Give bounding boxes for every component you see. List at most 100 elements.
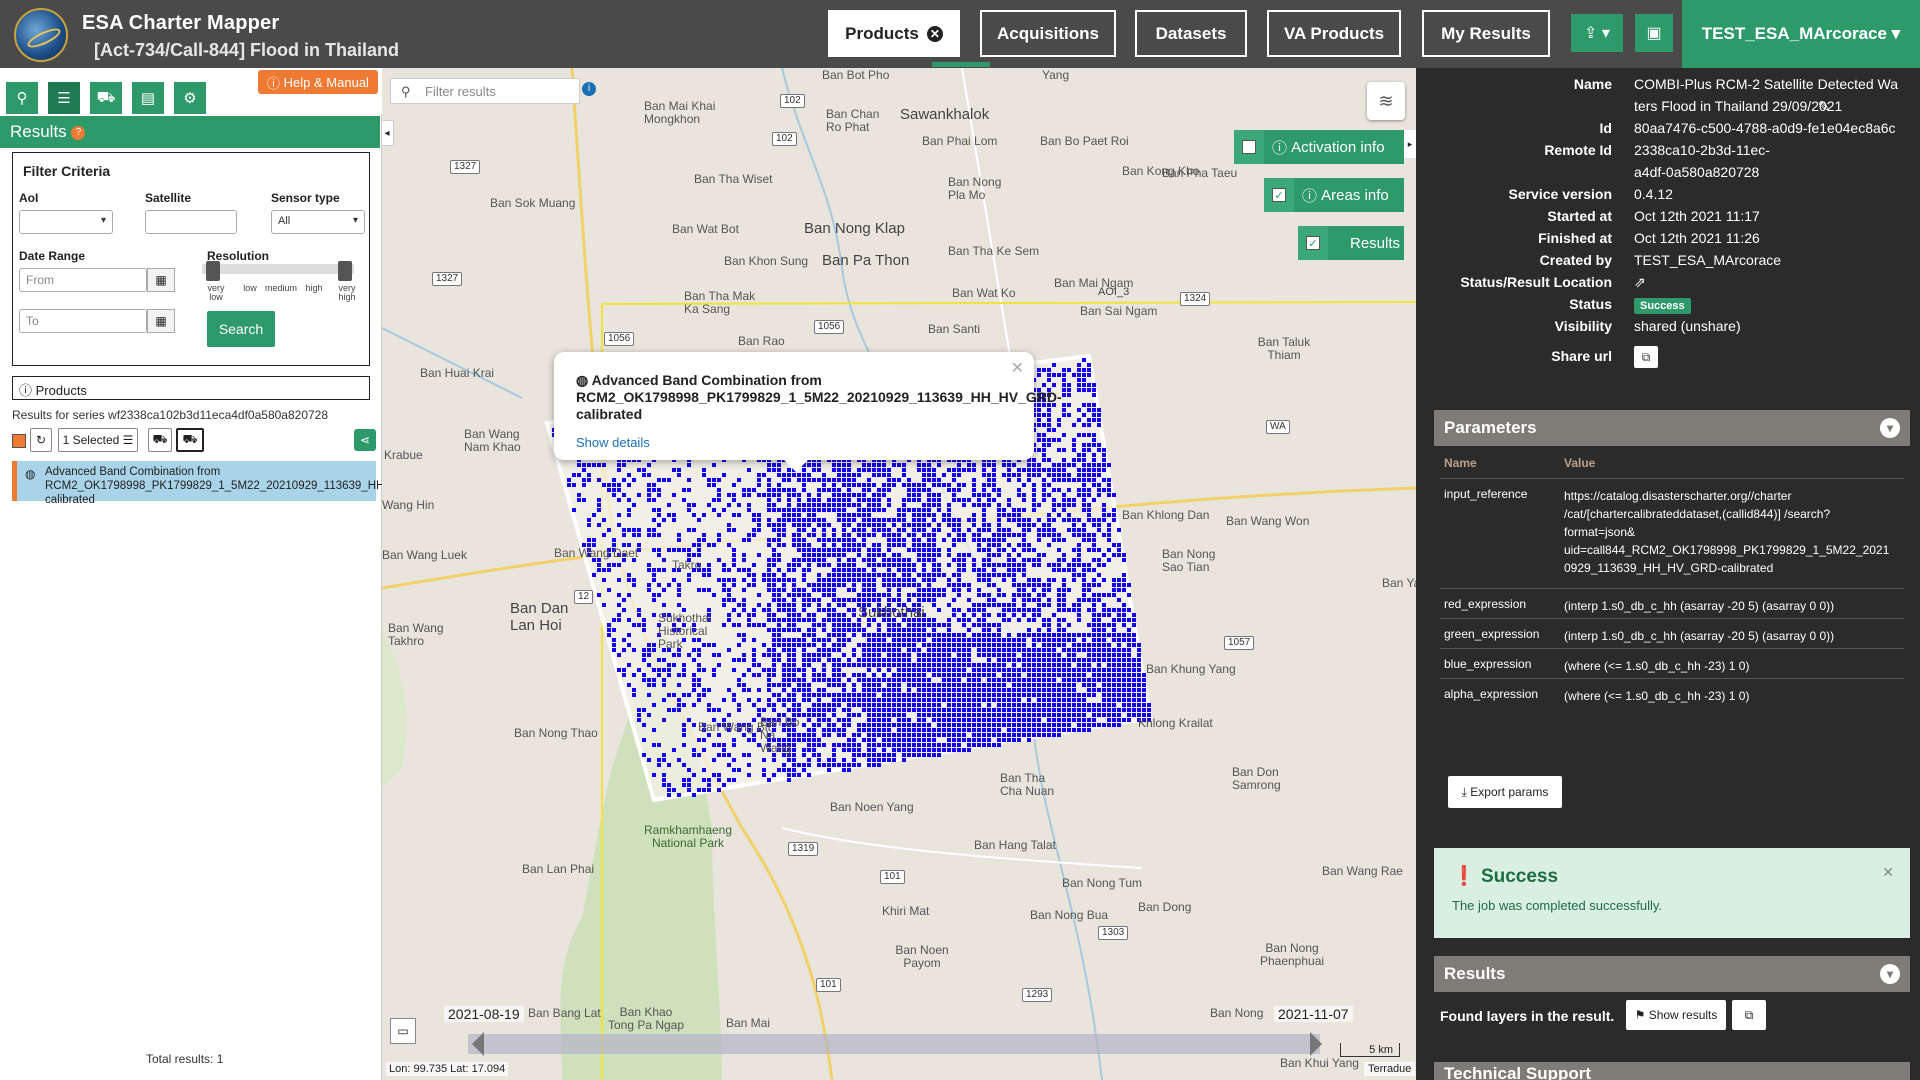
sensor-type-select[interactable]: All ▾ [271, 210, 365, 234]
external-link-icon[interactable]: ⇗ [1634, 274, 1646, 291]
select-all-checkbox[interactable] [12, 434, 26, 448]
tab-basket[interactable]: ⛟ [90, 82, 122, 114]
flood-pixel [1022, 658, 1026, 662]
flood-pixel [937, 608, 941, 612]
results-header[interactable]: Results ▾ [1434, 956, 1910, 992]
nav-va-products[interactable]: VA Products [1267, 10, 1401, 57]
edit-icon[interactable]: ✎ [1818, 98, 1830, 115]
search-button[interactable]: Search [207, 311, 275, 347]
calendar-icon[interactable]: ▦ [147, 268, 175, 292]
flood-pixel [1102, 648, 1106, 652]
flood-pixel [957, 523, 961, 527]
flood-pixel [937, 728, 941, 732]
chevron-down-icon[interactable]: ▾ [1880, 418, 1900, 438]
upload-dropdown-button[interactable]: ⇪ ▾ [1571, 14, 1623, 52]
export-params-button[interactable]: ⤓ Export params [1448, 776, 1562, 808]
satellite-input[interactable] [145, 210, 237, 234]
date-from-input[interactable]: From [19, 268, 147, 292]
flood-pixel [1102, 698, 1106, 702]
tab-settings[interactable]: ⚙ [174, 82, 206, 114]
flood-pixel [927, 663, 931, 667]
flood-pixel [892, 483, 896, 487]
close-icon[interactable]: ✕ [926, 25, 943, 42]
calendar-icon[interactable]: ▦ [147, 309, 175, 333]
technical-support-header[interactable]: Technical Support [1434, 1062, 1910, 1080]
flood-pixel [727, 598, 731, 602]
flood-pixel [1087, 703, 1091, 707]
chevron-down-icon[interactable]: ▾ [1880, 964, 1900, 984]
measure-button[interactable]: ▭ [390, 1018, 416, 1044]
resolution-max-handle[interactable] [338, 261, 352, 281]
resolution-slider[interactable] [202, 264, 354, 274]
collapse-left-panel-button[interactable]: ◂ [382, 120, 394, 146]
close-icon[interactable]: ✕ [1882, 864, 1894, 881]
flood-pixel [947, 638, 951, 642]
nav-acquisitions[interactable]: Acquisitions [980, 10, 1116, 57]
timeline-end-handle[interactable] [1310, 1032, 1322, 1056]
add-to-basket-button[interactable]: ⛟ [148, 428, 172, 452]
layers-button[interactable]: ≋ [1367, 82, 1405, 120]
flood-pixel [607, 528, 611, 532]
filter-results-input[interactable]: ⚲ Filter results [390, 78, 580, 104]
nav-my-results[interactable]: My Results [1422, 10, 1550, 57]
result-list-item[interactable]: ◍ Advanced Band Combination from RCM2_OK… [12, 461, 442, 506]
tab-search[interactable]: ⚲ [6, 82, 38, 114]
map-view[interactable]: Ban Bot Pho Yang Ban Mai Khai Mongkhon B… [382, 68, 1416, 1080]
help-manual-button[interactable]: ⓘ Help & Manual [258, 70, 378, 94]
flood-pixel [1032, 673, 1036, 677]
flood-pixel [972, 673, 976, 677]
timeline-range[interactable] [468, 1034, 1320, 1054]
briefcase-button[interactable]: ▣ [1635, 14, 1673, 52]
share-button[interactable]: ⋖ [354, 429, 376, 451]
flood-pixel [662, 683, 666, 687]
results-checkbox[interactable]: ✓ [1298, 226, 1328, 260]
resolution-min-handle[interactable] [206, 261, 220, 281]
flood-pixel [1012, 513, 1016, 517]
areas-info-toggle[interactable]: ✓ ⓘ Areas info [1264, 178, 1404, 212]
selected-menu-button[interactable]: 1 Selected ☰ [58, 428, 138, 452]
aoi-select[interactable]: ▾ [19, 210, 113, 234]
user-menu[interactable]: TEST_ESA_MArcorace ▾ [1682, 0, 1920, 68]
copy-results-button[interactable]: ⧉ [1732, 1000, 1766, 1030]
flood-pixel [667, 503, 671, 507]
flood-pixel [1032, 613, 1036, 617]
collapse-right-panel-button[interactable]: ▸ [1404, 130, 1416, 158]
nav-datasets[interactable]: Datasets [1135, 10, 1247, 57]
flood-pixel [1122, 603, 1126, 607]
flood-pixel [987, 728, 991, 732]
activation-info-checkbox[interactable] [1234, 130, 1264, 164]
copy-share-url-button[interactable]: ⧉ [1634, 346, 1658, 368]
flood-pixel [1057, 563, 1061, 567]
flood-pixel [1102, 623, 1106, 627]
help-icon[interactable]: ? [71, 125, 86, 140]
flood-pixel [847, 743, 851, 747]
areas-info-checkbox[interactable]: ✓ [1264, 178, 1294, 212]
results-toggle[interactable]: ✓ Results [1298, 226, 1404, 260]
date-range-label: Date Range [19, 249, 86, 263]
remove-from-basket-button[interactable]: ⛟ [176, 428, 204, 452]
flood-pixel [1057, 588, 1061, 592]
activation-info-toggle[interactable]: ⓘ Activation info [1234, 130, 1404, 164]
flood-pixel [947, 563, 951, 567]
flood-pixel [1062, 633, 1066, 637]
info-icon[interactable]: i [582, 82, 596, 96]
tab-results-list[interactable]: ☰ [48, 82, 80, 114]
flood-pixel [1042, 493, 1046, 497]
tab-calendar[interactable]: ▤ [132, 82, 164, 114]
nav-products[interactable]: Products ✕ [828, 10, 960, 57]
date-to-input[interactable]: To [19, 309, 147, 333]
show-details-link[interactable]: Show details [576, 435, 1012, 450]
flood-pixel [1002, 713, 1006, 717]
flood-pixel [1117, 633, 1121, 637]
flood-pixel [677, 583, 681, 587]
parameters-header[interactable]: Parameters ▾ [1434, 410, 1910, 446]
flood-pixel [877, 678, 881, 682]
flood-pixel [822, 478, 826, 482]
flood-pixel [1037, 693, 1041, 697]
close-icon[interactable]: ✕ [1011, 358, 1024, 378]
refresh-button[interactable]: ↻ [30, 428, 52, 452]
flood-pixel [802, 558, 806, 562]
show-results-button[interactable]: ⚑ Show results [1626, 1000, 1726, 1030]
flood-pixel [1067, 413, 1071, 417]
timeline-start-handle[interactable] [472, 1032, 484, 1056]
